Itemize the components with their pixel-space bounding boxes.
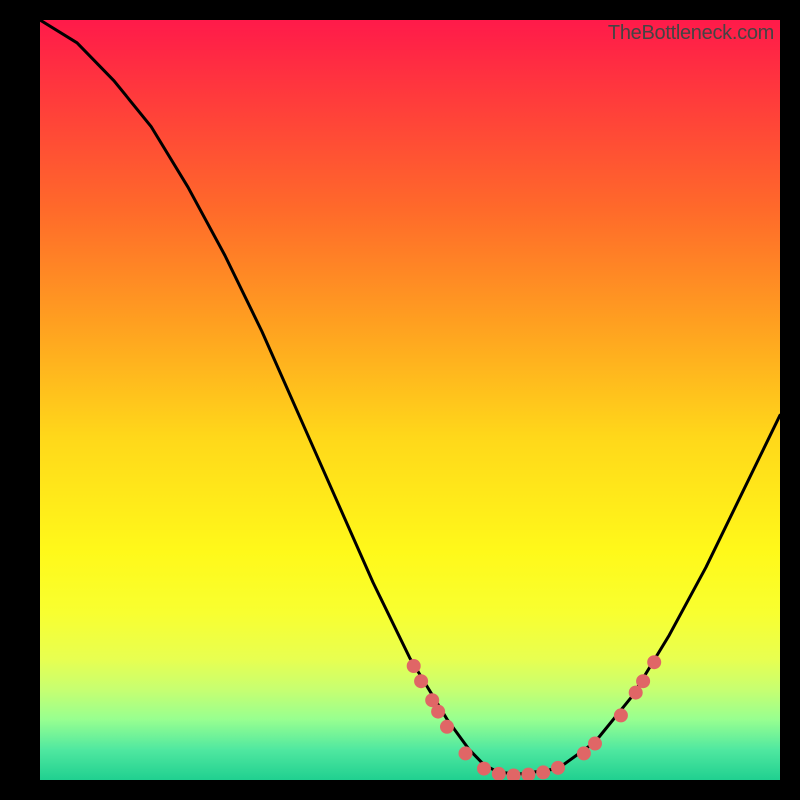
watermark-text: TheBottleneck.com	[608, 22, 774, 45]
chart-plot-area: TheBottleneck.com	[40, 20, 780, 780]
chart-svg	[40, 20, 780, 780]
